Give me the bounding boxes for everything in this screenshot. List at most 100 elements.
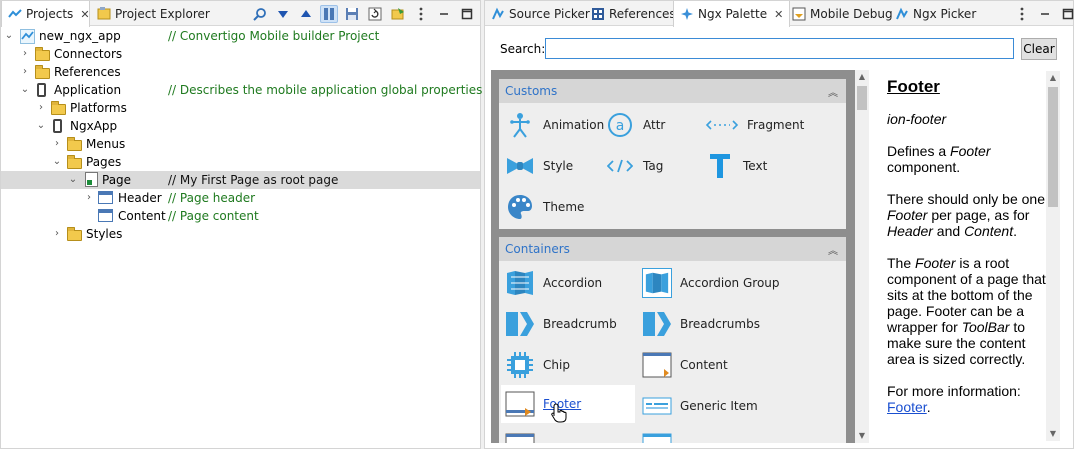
- palette-item-text[interactable]: Text: [705, 147, 767, 185]
- scroll-thumb[interactable]: [857, 86, 867, 110]
- scroll-thumb[interactable]: [1048, 87, 1058, 207]
- chevron-down-icon[interactable]: ⌄: [20, 85, 30, 95]
- tree-item-header[interactable]: › Header // Page header: [1, 189, 480, 207]
- doc-scrollbar[interactable]: ▲ ▼: [1046, 71, 1060, 441]
- minimize-icon[interactable]: [435, 5, 453, 23]
- scroll-down-icon[interactable]: ▼: [855, 429, 869, 443]
- doc-tag: ion-footer: [887, 111, 947, 127]
- deploy-icon[interactable]: [389, 5, 407, 23]
- chevron-down-icon[interactable]: ⌄: [36, 121, 46, 131]
- palette-pane: Source Picker References Ngx Palette ✕ M…: [484, 0, 1074, 449]
- scroll-up-icon[interactable]: ▲: [1046, 71, 1060, 85]
- palette-item-fragment[interactable]: Fragment: [705, 106, 804, 144]
- view-menu-icon[interactable]: [412, 5, 430, 23]
- hand-cursor-icon: [551, 403, 567, 423]
- palette-item-attr[interactable]: a Attr: [605, 106, 665, 144]
- content-icon: [642, 350, 672, 380]
- palette-item-breadcrumb[interactable]: Breadcrumb: [505, 305, 617, 343]
- component-icon: [98, 191, 113, 204]
- doc-title: Footer: [887, 77, 940, 96]
- accordion-group-icon: [642, 268, 672, 298]
- tree-label: Styles: [86, 227, 123, 241]
- tree-item-styles[interactable]: › Styles: [1, 225, 480, 243]
- minimize-icon[interactable]: [1036, 5, 1054, 23]
- chevron-down-icon[interactable]: ⌄: [52, 157, 62, 167]
- tree-label: Platforms: [70, 101, 127, 115]
- palette-item-chip[interactable]: Chip: [505, 346, 570, 384]
- close-icon[interactable]: ✕: [774, 8, 783, 21]
- palette-item-animation[interactable]: Animation: [505, 106, 604, 144]
- chevron-right-icon[interactable]: ›: [84, 193, 94, 203]
- tree-comment: // Page header: [168, 191, 256, 205]
- scroll-down-icon[interactable]: ▼: [1046, 427, 1060, 441]
- tab-source-picker[interactable]: Source Picker: [485, 1, 596, 26]
- search-icon[interactable]: [251, 5, 269, 23]
- palette-item-next[interactable]: [642, 427, 672, 443]
- tree-item-application[interactable]: ⌄ Application // Describes the mobile ap…: [1, 81, 482, 99]
- arrow-down-icon[interactable]: [274, 5, 292, 23]
- chevron-right-icon[interactable]: ›: [20, 49, 30, 59]
- palette-list[interactable]: Customs ︽ Animation a Attr Fragment Styl…: [491, 70, 855, 443]
- project-explorer-pane: Projects ✕ Project Explorer ⌄ new_ngx_ap…: [0, 0, 482, 449]
- tree-item-references[interactable]: › References: [1, 63, 480, 81]
- svg-text:a: a: [616, 118, 625, 134]
- scroll-up-icon[interactable]: ▲: [855, 70, 869, 84]
- tree-item-page[interactable]: ⌄ Page // My First Page as root page: [1, 171, 480, 189]
- tab-mobile-debug[interactable]: Mobile Debug: [786, 1, 899, 26]
- palette-item-footer[interactable]: Footer: [501, 385, 635, 423]
- folder-icon: [67, 227, 82, 241]
- tree-item-connectors[interactable]: › Connectors: [1, 45, 480, 63]
- tree-item-pages[interactable]: ⌄ Pages: [1, 153, 480, 171]
- palette-item-theme[interactable]: Theme: [505, 188, 584, 226]
- chevron-right-icon[interactable]: ›: [52, 229, 62, 239]
- category-header[interactable]: Customs ︽: [499, 79, 846, 103]
- palette-item-label: Generic Item: [680, 399, 758, 413]
- palette-item-next[interactable]: [505, 427, 535, 443]
- maximize-icon[interactable]: [458, 5, 476, 23]
- collapse-icon[interactable]: ︽: [828, 242, 838, 257]
- tree-item-content[interactable]: Content // Page content: [1, 207, 480, 225]
- save-icon[interactable]: [343, 5, 361, 23]
- palette-item-label: Breadcrumbs: [680, 317, 760, 331]
- tab-source-picker-label: Source Picker: [509, 6, 590, 21]
- tree-item-project[interactable]: ⌄ new_ngx_app // Convertigo Mobile build…: [1, 27, 480, 45]
- maximize-icon[interactable]: [1059, 5, 1074, 23]
- chevron-down-icon[interactable]: ⌄: [4, 31, 14, 41]
- palette-item-accordion[interactable]: Accordion: [505, 264, 602, 302]
- view-menu-icon[interactable]: [1013, 5, 1031, 23]
- tab-ngx-palette[interactable]: Ngx Palette ✕: [673, 1, 791, 27]
- close-icon[interactable]: ✕: [80, 8, 89, 21]
- refresh-icon[interactable]: [366, 5, 384, 23]
- arrow-up-icon[interactable]: [297, 5, 315, 23]
- projects-icon: [8, 9, 22, 18]
- doc-link[interactable]: Footer: [887, 399, 927, 415]
- tree-item-menus[interactable]: › Menus: [1, 135, 480, 153]
- palette-item-content[interactable]: Content: [642, 346, 728, 384]
- palette-scrollbar[interactable]: ▲ ▼: [855, 70, 869, 443]
- source-picker-icon: [492, 7, 504, 19]
- collapse-icon[interactable]: ︽: [828, 84, 838, 99]
- tab-references[interactable]: References: [585, 1, 682, 26]
- palette-item-accordion-group[interactable]: Accordion Group: [642, 264, 780, 302]
- palette-item-generic-item[interactable]: Generic Item: [642, 387, 758, 425]
- tab-ngx-picker[interactable]: Ngx Picker: [889, 1, 982, 26]
- tree-item-platforms[interactable]: › Platforms: [1, 99, 480, 117]
- palette-item-style[interactable]: Style: [505, 147, 573, 185]
- generic-item-icon: [642, 391, 672, 421]
- chevron-right-icon[interactable]: ›: [36, 103, 46, 113]
- category-header[interactable]: Containers ︽: [499, 237, 846, 261]
- search-label: Search:: [500, 42, 546, 56]
- tree-item-ngxapp[interactable]: ⌄ NgxApp: [1, 117, 480, 135]
- palette-item-tag[interactable]: Tag: [605, 147, 663, 185]
- tab-project-explorer[interactable]: Project Explorer: [91, 1, 216, 26]
- palette-item-label: Breadcrumb: [543, 317, 617, 331]
- chevron-down-icon[interactable]: ⌄: [68, 175, 78, 185]
- link-editor-icon[interactable]: [320, 5, 338, 23]
- clear-button[interactable]: Clear: [1021, 38, 1057, 60]
- chevron-right-icon[interactable]: ›: [52, 139, 62, 149]
- tab-projects[interactable]: Projects ✕: [1, 1, 90, 27]
- accordion-icon: [505, 268, 535, 298]
- palette-item-breadcrumbs[interactable]: Breadcrumbs: [642, 305, 760, 343]
- search-input[interactable]: [545, 38, 1014, 59]
- chevron-right-icon[interactable]: ›: [20, 67, 30, 77]
